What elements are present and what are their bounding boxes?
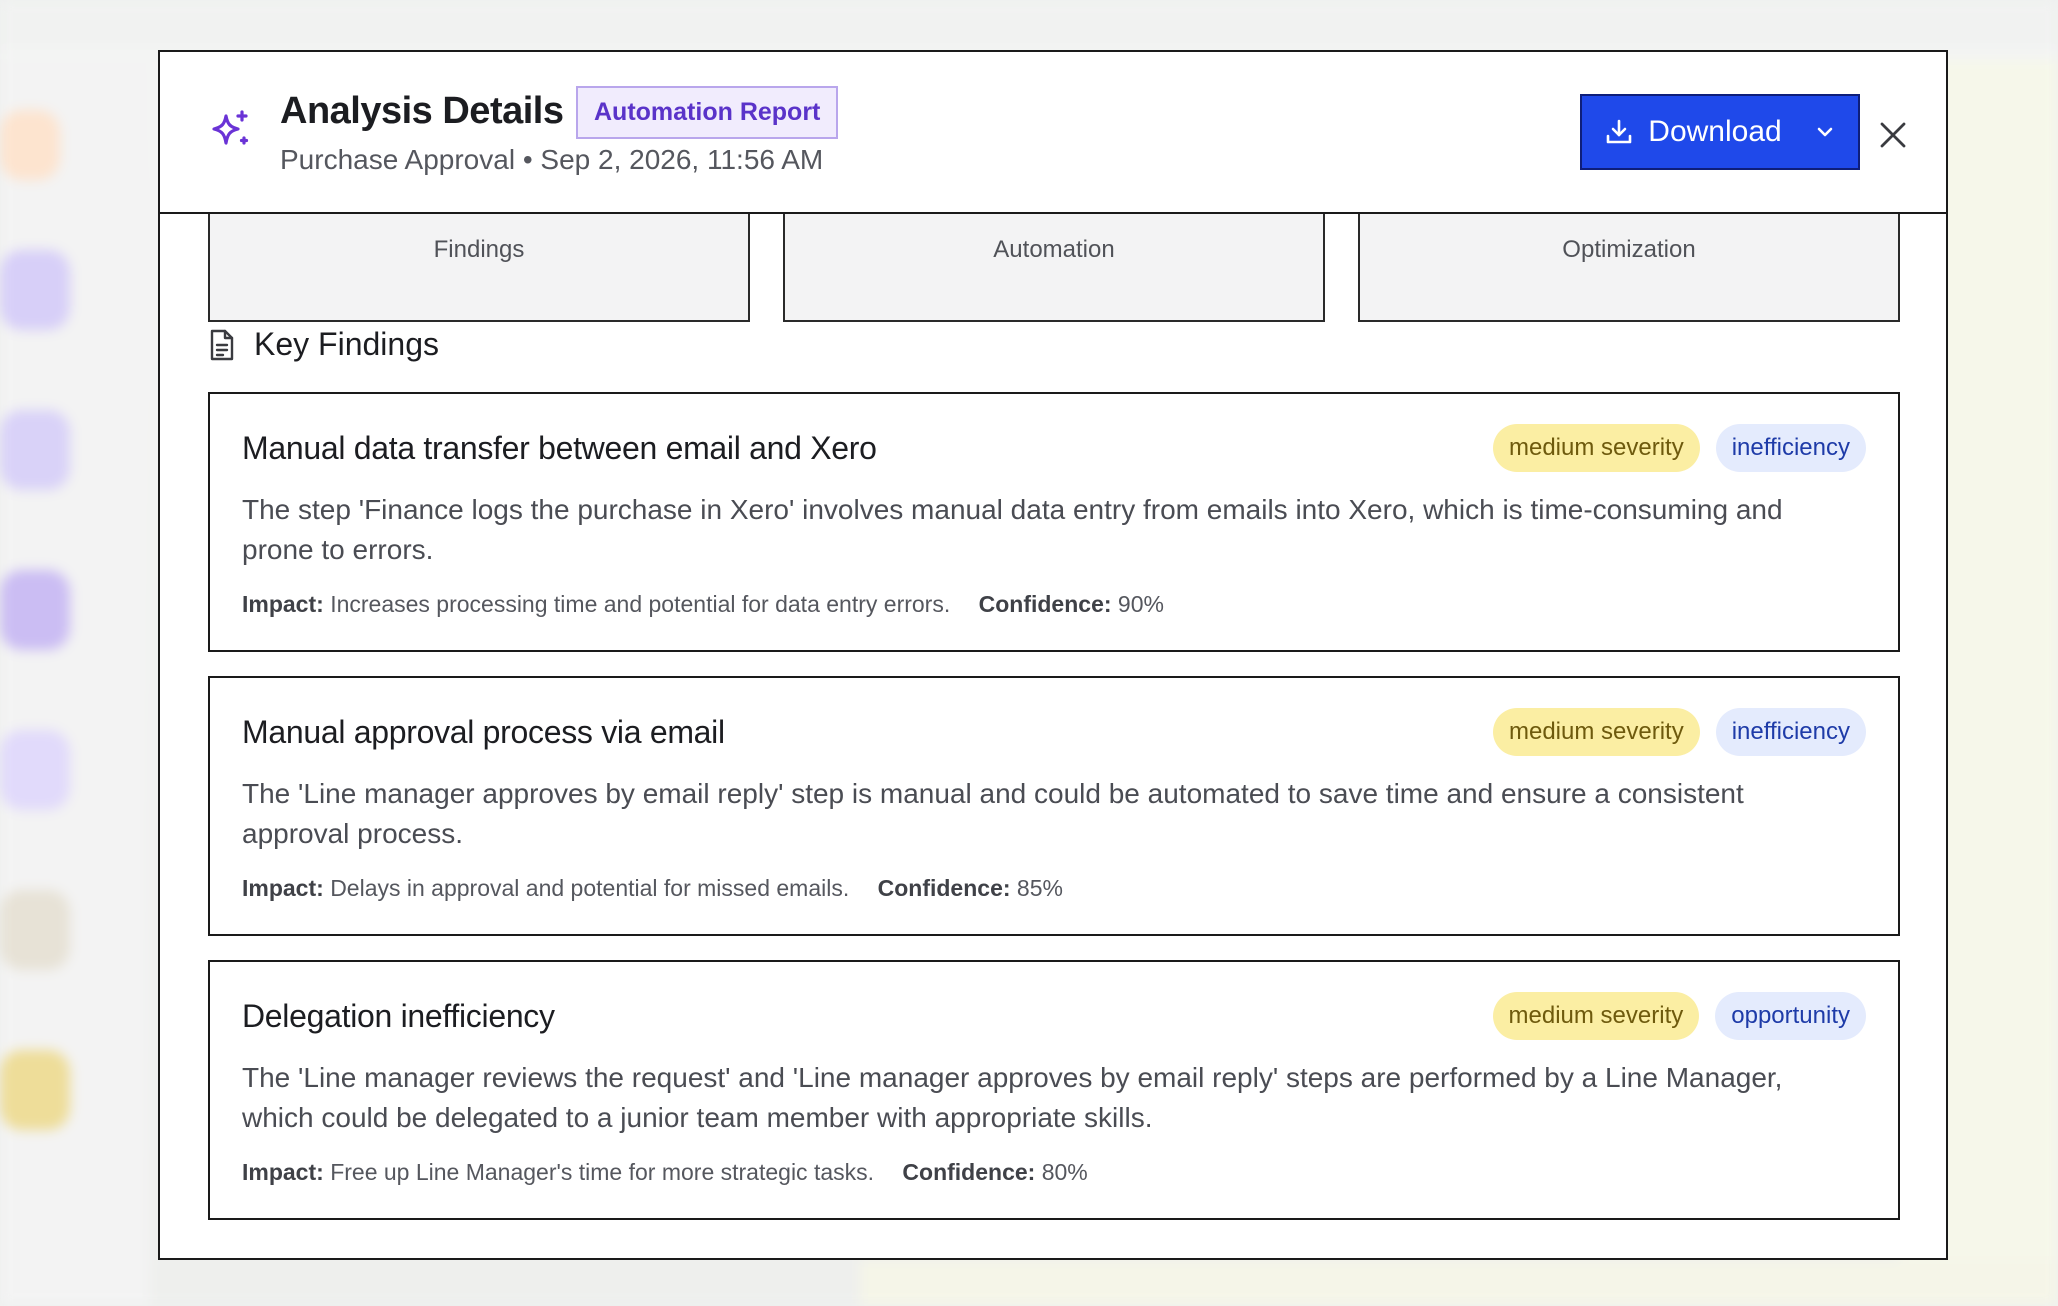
background-blob xyxy=(0,110,60,180)
finding-meta: Impact: Increases processing time and po… xyxy=(242,591,1164,618)
severity-badge: medium severity xyxy=(1492,708,1700,756)
finding-title: Delegation inefficiency xyxy=(242,998,555,1034)
download-button[interactable]: Download xyxy=(1580,94,1860,170)
background-topbar xyxy=(0,0,2058,48)
tab-findings[interactable]: Findings xyxy=(208,212,750,322)
confidence-label: Confidence: xyxy=(877,875,1011,901)
dialog-subtitle: Purchase Approval • Sep 2, 2026, 11:56 A… xyxy=(280,144,824,175)
severity-badge: medium severity xyxy=(1492,992,1700,1040)
tab-label: Automation xyxy=(993,236,1115,263)
report-type-badge: Automation Report xyxy=(576,86,839,139)
category-badge: opportunity xyxy=(1715,992,1866,1040)
finding-description: The step 'Finance logs the purchase in X… xyxy=(242,494,1783,565)
analysis-details-dialog: Analysis Details Automation Report Purch… xyxy=(158,50,1948,1260)
dialog-header: Analysis Details Automation Report Purch… xyxy=(160,52,1946,214)
category-badge: inefficiency xyxy=(1715,424,1866,472)
finding-meta: Impact: Delays in approval and potential… xyxy=(242,875,1063,902)
background-blob xyxy=(0,730,70,810)
finding-title: Manual approval process via email xyxy=(242,714,725,750)
impact-text: Delays in approval and potential for mis… xyxy=(330,875,850,901)
finding-description: The 'Line manager reviews the request' a… xyxy=(242,1062,1783,1133)
sparkle-icon xyxy=(212,110,249,145)
impact-text: Increases processing time and potential … xyxy=(330,591,951,617)
dialog-title: Analysis Details xyxy=(280,90,564,132)
background-panel xyxy=(860,1260,2058,1306)
severity-badge: medium severity xyxy=(1492,424,1700,472)
confidence-value: 90% xyxy=(1117,591,1164,617)
background-blob xyxy=(0,410,70,490)
background-blob xyxy=(0,890,70,970)
finding-tags: medium severity inefficiency xyxy=(1492,708,1866,756)
close-icon[interactable] xyxy=(1874,116,1912,154)
download-icon xyxy=(1606,119,1632,144)
background-blob xyxy=(0,250,70,330)
finding-meta: Impact: Free up Line Manager's time for … xyxy=(242,1159,1088,1186)
chevron-down-icon[interactable] xyxy=(1814,121,1836,143)
finding-card: Manual data transfer between email and X… xyxy=(208,392,1900,652)
impact-label: Impact: xyxy=(242,875,324,901)
impact-text: Free up Line Manager's time for more str… xyxy=(330,1159,875,1185)
finding-description: The 'Line manager approves by email repl… xyxy=(242,778,1744,849)
confidence-value: 85% xyxy=(1016,875,1063,901)
confidence-label: Confidence: xyxy=(902,1159,1036,1185)
finding-tags: medium severity opportunity xyxy=(1492,992,1866,1040)
finding-tags: medium severity inefficiency xyxy=(1492,424,1866,472)
document-icon xyxy=(210,329,234,360)
finding-card: Delegation inefficiency medium severity … xyxy=(208,960,1900,1220)
finding-title: Manual data transfer between email and X… xyxy=(242,430,877,466)
tab-label: Optimization xyxy=(1562,236,1696,263)
confidence-value: 80% xyxy=(1041,1159,1088,1185)
category-badge: inefficiency xyxy=(1715,708,1866,756)
confidence-label: Confidence: xyxy=(978,591,1112,617)
impact-label: Impact: xyxy=(242,591,324,617)
key-findings-heading: Key Findings xyxy=(208,326,439,363)
background-blob xyxy=(0,1050,70,1130)
tab-label: Findings xyxy=(433,236,525,263)
finding-card: Manual approval process via email medium… xyxy=(208,676,1900,936)
download-label: Download xyxy=(1648,115,1782,148)
tab-optimization[interactable]: Optimization xyxy=(1358,212,1900,322)
analysis-tabs: Findings Automation Optimization xyxy=(208,212,1900,322)
background-blob xyxy=(0,570,70,650)
tab-automation[interactable]: Automation xyxy=(783,212,1325,322)
section-title: Key Findings xyxy=(254,326,439,362)
impact-label: Impact: xyxy=(242,1159,324,1185)
